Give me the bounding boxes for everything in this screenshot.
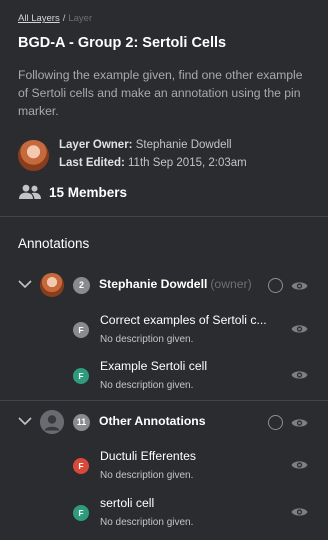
chevron-down-icon[interactable]	[18, 416, 32, 426]
last-edited-value: 11th Sep 2015, 2:03am	[128, 157, 247, 169]
section-divider	[0, 216, 328, 217]
annotation-description: No description given.	[100, 380, 194, 391]
members-count-label: 15 Members	[49, 184, 128, 200]
people-icon	[19, 184, 41, 199]
eye-icon[interactable]	[291, 280, 308, 292]
last-edited-label: Last Edited:	[59, 157, 125, 169]
annotation-description: No description given.	[100, 470, 194, 481]
annotation-description: No description given.	[100, 517, 194, 528]
annotation-item[interactable]: F Example Sertoli cell No description gi…	[0, 359, 328, 399]
annotation-item[interactable]: F Ductuli Efferentes No description give…	[0, 449, 328, 489]
annotation-group-owner: 2 Stephanie Dowdell (owner)	[0, 271, 328, 301]
breadcrumb-current: Layer	[68, 13, 93, 24]
annotation-type-badge: F	[73, 458, 89, 474]
annotation-type-badge: F	[73, 368, 89, 384]
layer-title: BGD-A - Group 2: Sertoli Cells	[18, 35, 227, 51]
last-edited-line: Last Edited: 11th Sep 2015, 2:03am	[59, 156, 247, 174]
owner-name: Stephanie Dowdell	[135, 139, 232, 151]
chevron-down-icon[interactable]	[18, 279, 32, 289]
select-all-toggle[interactable]	[268, 278, 283, 293]
group-role: (owner)	[210, 277, 252, 291]
annotation-title: sertoli cell	[100, 496, 155, 510]
annotation-title: Correct examples of Sertoli c...	[100, 313, 267, 327]
eye-icon[interactable]	[291, 369, 308, 381]
eye-icon[interactable]	[291, 323, 308, 335]
annotation-group-other: 11 Other Annotations	[0, 408, 328, 438]
group-name: Stephanie Dowdell (owner)	[99, 277, 252, 291]
eye-icon[interactable]	[291, 506, 308, 518]
annotations-heading: Annotations	[18, 236, 90, 251]
user-icon	[40, 410, 64, 434]
eye-icon[interactable]	[291, 417, 308, 429]
owner-label: Layer Owner:	[59, 139, 133, 151]
group-name: Other Annotations	[99, 414, 206, 428]
group-owner-name: Stephanie Dowdell	[99, 277, 208, 291]
owner-avatar	[18, 140, 49, 171]
annotation-description: No description given.	[100, 334, 194, 345]
annotation-count-badge: 11	[73, 414, 90, 431]
eye-icon[interactable]	[291, 459, 308, 471]
owner-line: Layer Owner: Stephanie Dowdell	[59, 138, 247, 156]
breadcrumb-separator: /	[62, 13, 66, 24]
annotation-count-badge: 2	[73, 277, 90, 294]
group-owner-avatar	[40, 273, 64, 297]
layer-description: Following the example given, find one ot…	[18, 68, 303, 118]
breadcrumb: All Layers / Layer	[18, 13, 92, 24]
annotation-type-badge: F	[73, 505, 89, 521]
annotation-item[interactable]: F Correct examples of Sertoli c... No de…	[0, 313, 328, 353]
select-all-toggle[interactable]	[268, 415, 283, 430]
breadcrumb-all-layers-link[interactable]: All Layers	[18, 13, 60, 24]
annotation-item[interactable]: F sertoli cell No description given.	[0, 496, 328, 536]
annotation-title: Ductuli Efferentes	[100, 449, 196, 463]
annotation-type-badge: F	[73, 322, 89, 338]
group-divider	[0, 400, 328, 401]
members-button[interactable]: 15 Members	[18, 184, 127, 200]
annotation-title: Example Sertoli cell	[100, 359, 208, 373]
